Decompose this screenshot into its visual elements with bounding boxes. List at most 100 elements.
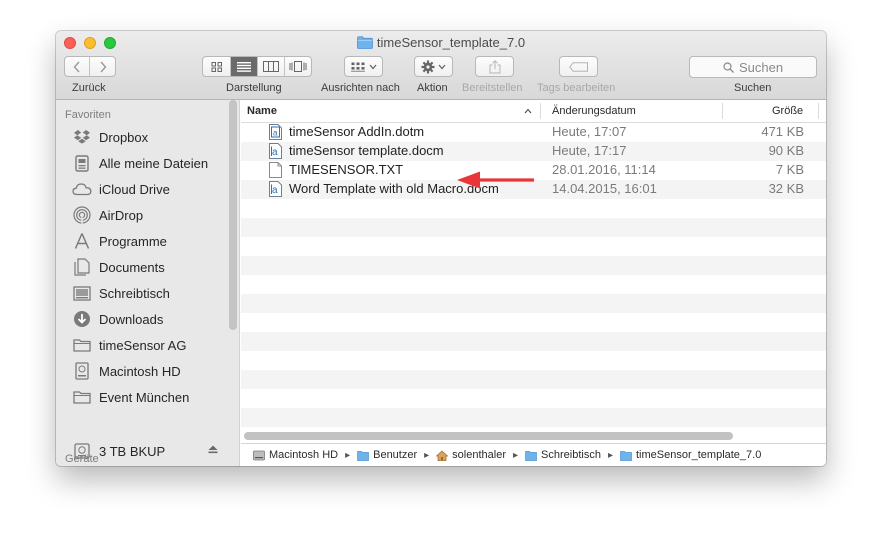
hard-drive-icon: [72, 362, 92, 380]
path-bar: Macintosh HD ▸ Benutzer ▸ solenthaler ▸ …: [241, 443, 826, 466]
word-template-icon: a: [269, 124, 282, 140]
horizontal-scrollbar[interactable]: [244, 432, 733, 440]
empty-row: [241, 351, 826, 370]
sidebar-item-icloud-drive[interactable]: iCloud Drive: [72, 179, 170, 199]
column-header-date[interactable]: Änderungsdatum: [552, 105, 636, 117]
table-row[interactable]: a timeSensor AddIn.dotm Heute, 17:07 471…: [241, 123, 826, 142]
search-icon: [723, 61, 734, 73]
column-header-size[interactable]: Größe: [772, 105, 803, 117]
svg-text:a: a: [272, 147, 278, 158]
empty-row: [241, 256, 826, 275]
arrange-button[interactable]: [344, 56, 383, 77]
chevron-down-icon: [438, 64, 446, 69]
action-button[interactable]: [414, 56, 453, 77]
path-item-users[interactable]: Benutzer: [357, 449, 417, 461]
search-label: Suchen: [734, 82, 772, 94]
list-view-button[interactable]: [231, 57, 258, 76]
sidebar-item-label: Alle meine Dateien: [99, 155, 209, 171]
favorites-header: Favoriten: [65, 109, 111, 121]
empty-row: [241, 218, 826, 237]
path-item-home[interactable]: solenthaler: [436, 449, 506, 461]
annotation-arrow-icon: [457, 171, 534, 189]
share-button-content: [476, 57, 513, 76]
column-view-icon: [263, 61, 279, 72]
sidebar-item-label: Event München: [99, 389, 190, 405]
column-header-name[interactable]: Name: [247, 105, 277, 117]
file-date: 14.04.2015, 16:01: [552, 181, 657, 196]
chevron-left-icon: [73, 61, 80, 72]
back-label: Zurück: [72, 82, 106, 94]
folder-icon: [525, 450, 537, 461]
path-item-current-folder[interactable]: timeSensor_template_7.0: [620, 449, 761, 461]
table-row[interactable]: a timeSensor template.docm Heute, 17:17 …: [241, 142, 826, 161]
path-separator-icon: ▸: [345, 449, 351, 461]
action-label: Aktion: [417, 82, 448, 94]
column-divider[interactable]: [818, 103, 819, 119]
empty-row: [241, 199, 826, 218]
sidebar-item-label: Schreibtisch: [99, 285, 170, 301]
sidebar-scrollbar[interactable]: [229, 100, 237, 330]
sidebar-item-dropbox[interactable]: Dropbox: [72, 127, 148, 147]
file-name: TIMESENSOR.TXT: [289, 162, 404, 177]
toolbar: timeSensor_template_7.0 Zurück Darstellu…: [56, 31, 826, 100]
folder-icon: [357, 36, 373, 49]
file-name: timeSensor AddIn.dotm: [289, 124, 425, 139]
all-files-icon: [72, 154, 92, 172]
file-list-pane: Name Änderungsdatum Größe a timeSensor A…: [241, 100, 826, 466]
sidebar-item-3tb-bkup[interactable]: 3 TB BKUP: [72, 441, 165, 461]
chevron-right-icon: [99, 61, 106, 72]
column-view-button[interactable]: [258, 57, 285, 76]
sidebar-item-all-my-files[interactable]: Alle meine Dateien: [72, 153, 208, 173]
back-button[interactable]: [65, 57, 90, 76]
column-divider[interactable]: [540, 103, 541, 119]
sidebar-item-label: Dropbox: [99, 129, 149, 145]
share-button[interactable]: [475, 56, 514, 77]
sidebar-item-event-muenchen[interactable]: Event München: [72, 387, 189, 407]
file-date: 28.01.2016, 11:14: [552, 162, 656, 177]
sidebar-item-desktop[interactable]: Schreibtisch: [72, 283, 170, 303]
file-date: Heute, 17:17: [552, 143, 627, 158]
sidebar-item-timesensor-ag[interactable]: timeSensor AG: [72, 335, 186, 355]
path-item-macintosh-hd[interactable]: Macintosh HD: [253, 449, 338, 461]
file-size: 471 KB: [761, 124, 804, 139]
empty-row: [241, 313, 826, 332]
path-item-label: Macintosh HD: [269, 449, 339, 461]
file-date: Heute, 17:07: [552, 124, 627, 139]
sidebar-item-label: Documents: [99, 259, 165, 275]
window-title-bar: timeSensor_template_7.0: [56, 35, 826, 50]
sidebar-item-label: AirDrop: [99, 207, 144, 223]
empty-row: [241, 294, 826, 313]
search-field[interactable]: Suchen: [689, 56, 817, 78]
path-separator-icon: ▸: [513, 449, 519, 461]
sidebar-item-applications[interactable]: Programme: [72, 231, 167, 251]
sidebar-item-documents[interactable]: Documents: [72, 257, 165, 277]
eject-icon[interactable]: [208, 445, 218, 457]
word-document-icon: a: [269, 181, 282, 197]
empty-row: [241, 332, 826, 351]
sidebar-item-label: Downloads: [99, 311, 164, 327]
path-separator-icon: ▸: [424, 449, 430, 461]
icon-view-button[interactable]: [203, 57, 231, 76]
arrange-button-content: [345, 57, 382, 76]
svg-text:a: a: [272, 185, 278, 196]
gear-icon: [421, 60, 435, 73]
path-item-desktop[interactable]: Schreibtisch: [525, 449, 601, 461]
empty-row: [241, 370, 826, 389]
cover-flow-button[interactable]: [285, 57, 311, 76]
path-item-label: Schreibtisch: [541, 449, 601, 461]
sidebar-item-airdrop[interactable]: AirDrop: [72, 205, 143, 225]
tag-icon: [568, 61, 588, 72]
forward-button[interactable]: [90, 57, 115, 76]
svg-text:a: a: [273, 129, 278, 138]
sidebar-item-label: iCloud Drive: [99, 181, 170, 197]
applications-icon: [72, 232, 92, 250]
list-view-icon: [237, 61, 251, 72]
edit-tags-button[interactable]: [559, 56, 598, 77]
sort-ascending-icon: [524, 108, 532, 114]
column-divider[interactable]: [722, 103, 723, 119]
edit-tags-button-content: [560, 57, 597, 76]
sidebar-item-macintosh-hd[interactable]: Macintosh HD: [72, 361, 181, 381]
hard-drive-icon: [72, 442, 92, 460]
icon-view-icon: [211, 61, 222, 72]
sidebar-item-downloads[interactable]: Downloads: [72, 309, 163, 329]
